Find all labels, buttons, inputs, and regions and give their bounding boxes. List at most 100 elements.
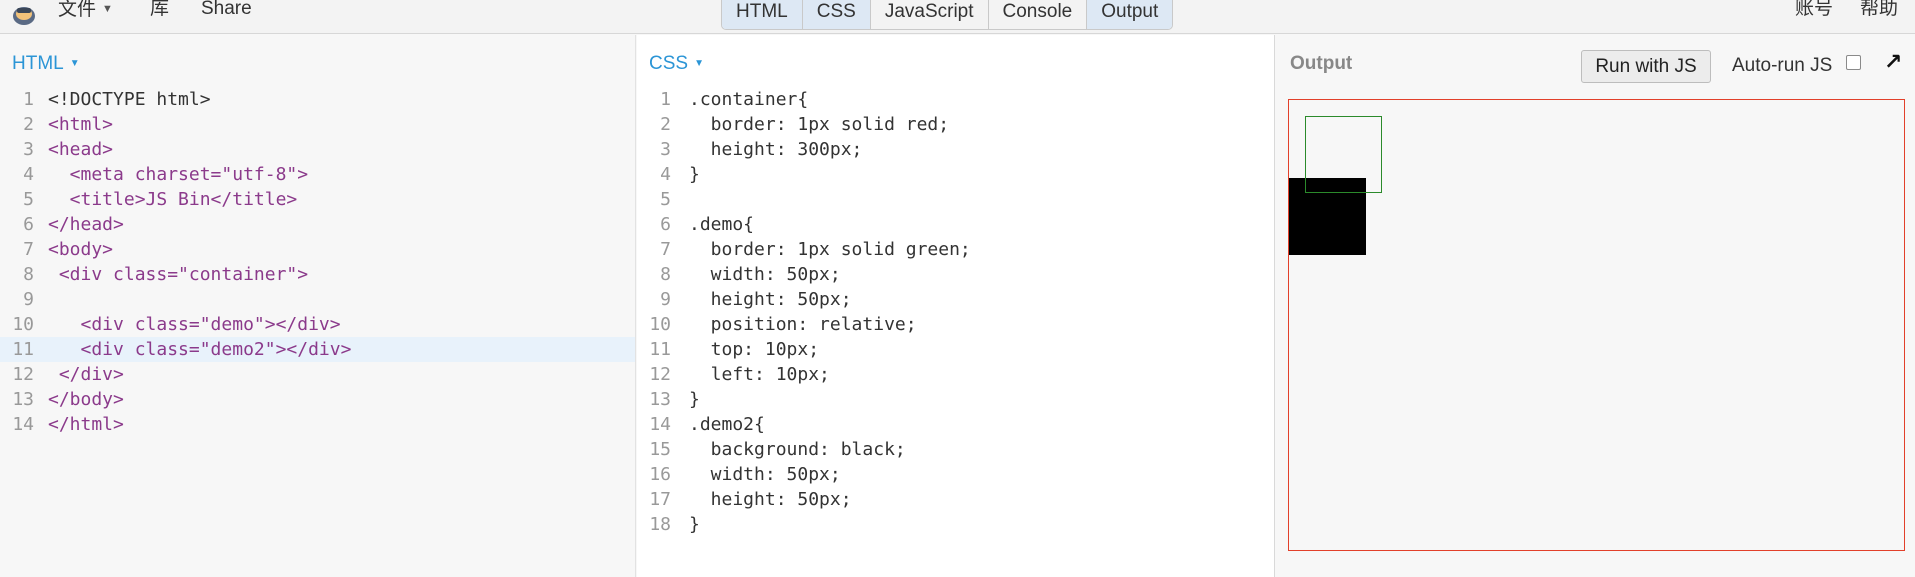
html-code-editor[interactable]: 1 <!DOCTYPE html> 2 <html> 3 <head> 4 <meta… bbox=[0, 87, 635, 437]
line-number: 1 bbox=[660, 89, 671, 110]
line-number: 12 bbox=[12, 364, 34, 385]
chevron-down-icon: ▼ bbox=[69, 58, 80, 69]
line-number: 6 bbox=[23, 214, 34, 235]
code-line: 7 border: 1px solid green; bbox=[637, 237, 1274, 262]
code-text: } bbox=[689, 389, 700, 410]
jsbin-logo-icon[interactable] bbox=[10, 0, 38, 26]
code-line: 18} bbox=[637, 512, 1274, 537]
code-line: 2 <html> bbox=[0, 112, 635, 137]
tab-html[interactable]: HTML bbox=[722, 0, 802, 29]
line-number: 4 bbox=[23, 164, 34, 185]
tab-console[interactable]: Console bbox=[987, 0, 1087, 29]
line-number: 10 bbox=[12, 314, 34, 335]
line-number: 5 bbox=[23, 189, 34, 210]
line-number: 2 bbox=[660, 114, 671, 135]
code-text: <head> bbox=[48, 139, 114, 160]
css-code-editor[interactable]: 1 .container{ 2 border: 1px solid red; 3 … bbox=[637, 87, 1274, 537]
menu-share-label: Share bbox=[201, 0, 252, 19]
menu-account[interactable]: 账号 bbox=[1795, 0, 1833, 20]
code-text: <html> bbox=[48, 114, 114, 135]
auto-run-js-checkbox[interactable] bbox=[1846, 55, 1861, 70]
code-text: top: 10px; bbox=[689, 339, 820, 360]
code-text: height: 50px; bbox=[689, 489, 852, 510]
css-panel-label-text: CSS bbox=[649, 53, 689, 74]
code-text: height: 300px; bbox=[689, 139, 863, 160]
line-number: 9 bbox=[23, 289, 34, 310]
css-panel-label[interactable]: CSS ▼ bbox=[649, 53, 704, 75]
code-text: <div class="container"> bbox=[48, 264, 309, 285]
menu-file-label: 文件 bbox=[58, 0, 97, 20]
line-number: 11 bbox=[649, 339, 671, 360]
line-number: 3 bbox=[660, 139, 671, 160]
code-text: } bbox=[689, 514, 700, 535]
line-number: 3 bbox=[23, 139, 34, 160]
code-line: 5 bbox=[637, 187, 1274, 212]
code-text: left: 10px; bbox=[689, 364, 830, 385]
css-editor-panel: CSS ▼ 1 .container{ 2 border: 1px solid re… bbox=[637, 35, 1275, 577]
code-text: background: black; bbox=[689, 439, 906, 460]
code-text: height: 50px; bbox=[689, 289, 852, 310]
code-text: .demo{ bbox=[689, 214, 755, 235]
code-text: border: 1px solid green; bbox=[689, 239, 971, 260]
chevron-down-icon: ▼ bbox=[694, 58, 704, 69]
code-text: width: 50px; bbox=[689, 464, 841, 485]
code-line: 4 <meta charset="utf-8"> bbox=[0, 162, 635, 187]
auto-run-js-label: Auto-run JS bbox=[1732, 55, 1833, 76]
line-number: 2 bbox=[23, 114, 34, 135]
demo-box bbox=[1305, 116, 1382, 193]
html-panel-label[interactable]: HTML ▼ bbox=[12, 53, 80, 75]
line-number: 12 bbox=[649, 364, 671, 385]
menu-library[interactable]: 库 bbox=[150, 0, 169, 20]
line-number: 14 bbox=[649, 414, 671, 435]
chevron-down-icon: ▼ bbox=[102, 3, 113, 15]
tab-javascript[interactable]: JavaScript bbox=[869, 0, 988, 29]
menu-share[interactable]: Share bbox=[201, 0, 252, 20]
menu-file[interactable]: 文件 ▼ bbox=[58, 0, 113, 21]
code-text: <title>JS Bin</title> bbox=[48, 189, 298, 210]
code-line: 7 <body> bbox=[0, 237, 635, 262]
line-number: 13 bbox=[12, 389, 34, 410]
container-box bbox=[1288, 99, 1905, 551]
code-line: 10 position: relative; bbox=[637, 312, 1274, 337]
code-text: <meta charset="utf-8"> bbox=[48, 164, 309, 185]
line-number: 9 bbox=[660, 289, 671, 310]
code-line: 6 .demo{ bbox=[637, 212, 1274, 237]
tab-css[interactable]: CSS bbox=[801, 0, 870, 29]
line-number: 7 bbox=[23, 239, 34, 260]
line-number: 13 bbox=[649, 389, 671, 410]
code-line: 10 <div class="demo"></div> bbox=[0, 312, 635, 337]
arrow-up-right-icon[interactable]: ↗ bbox=[1884, 51, 1906, 73]
code-line: 8 <div class="container"> bbox=[0, 262, 635, 287]
line-number: 8 bbox=[23, 264, 34, 285]
html-editor-panel: HTML ▼ 1 <!DOCTYPE html> 2 <html> 3 <head> 4… bbox=[0, 35, 636, 577]
line-number: 5 bbox=[660, 189, 671, 210]
code-line: 1 .container{ bbox=[637, 87, 1274, 112]
code-line: 1 <!DOCTYPE html> bbox=[0, 87, 635, 112]
code-line: 14 </html> bbox=[0, 412, 635, 437]
code-text: position: relative; bbox=[689, 314, 917, 335]
code-text: </html> bbox=[48, 414, 124, 435]
code-line: 13 </body> bbox=[0, 387, 635, 412]
code-text: </div> bbox=[48, 364, 124, 385]
output-panel: Output Run with JS Auto-run JS ↗ bbox=[1276, 35, 1915, 577]
code-line: 6 </head> bbox=[0, 212, 635, 237]
run-with-js-button[interactable]: Run with JS bbox=[1581, 50, 1711, 83]
line-number: 7 bbox=[660, 239, 671, 260]
code-line: 9 bbox=[0, 287, 635, 312]
code-line: 11 top: 10px; bbox=[637, 337, 1274, 362]
line-number: 10 bbox=[649, 314, 671, 335]
line-number: 11 bbox=[12, 339, 34, 360]
top-bar: 文件 ▼ 库 Share HTML CSS JavaScript Console … bbox=[0, 0, 1915, 34]
line-number: 17 bbox=[649, 489, 671, 510]
panel-tabs: HTML CSS JavaScript Console Output bbox=[721, 0, 1174, 30]
line-number: 8 bbox=[660, 264, 671, 285]
line-number: 6 bbox=[660, 214, 671, 235]
code-line: 12 </div> bbox=[0, 362, 635, 387]
html-panel-label-text: HTML bbox=[12, 53, 64, 74]
line-number: 16 bbox=[649, 464, 671, 485]
menu-help[interactable]: 帮助 bbox=[1860, 0, 1898, 20]
code-line: 3 height: 300px; bbox=[637, 137, 1274, 162]
code-line: 8 width: 50px; bbox=[637, 262, 1274, 287]
tab-output[interactable]: Output bbox=[1086, 0, 1173, 29]
code-text: .demo2{ bbox=[689, 414, 765, 435]
